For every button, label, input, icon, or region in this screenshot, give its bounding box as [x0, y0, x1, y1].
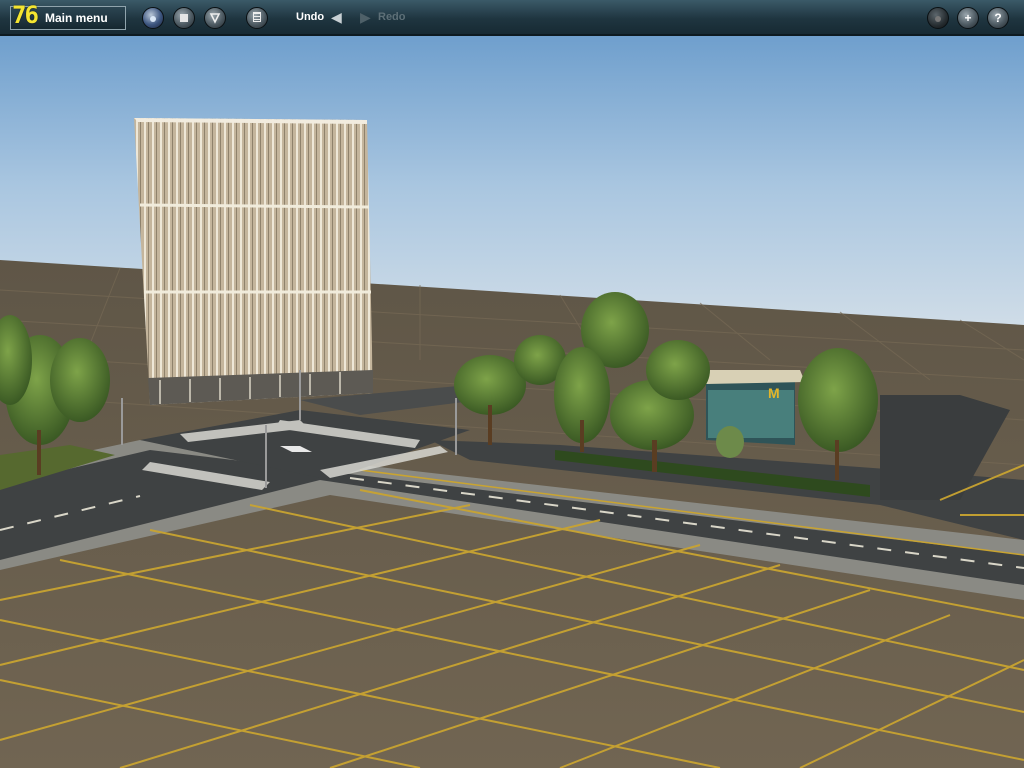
calendar-icon[interactable] [246, 7, 268, 29]
zoom-in-icon[interactable]: + [957, 7, 979, 29]
svg-text:M: M [768, 385, 780, 401]
city-viewport[interactable]: M [0, 36, 1024, 768]
undo-arrow-icon[interactable]: ◀ [331, 10, 345, 24]
camera-icon[interactable] [927, 7, 949, 29]
world-globe-icon[interactable] [142, 7, 164, 29]
undo-button[interactable]: Undo [296, 11, 324, 23]
stop-icon[interactable] [173, 7, 195, 29]
help-icon[interactable]: ? [987, 7, 1009, 29]
top-toolbar: Main menu 76 Undo ◀ ▶ Redo + ? [0, 0, 1024, 36]
redo-arrow-icon: ▶ [360, 9, 371, 25]
fps-counter: 76 [12, 1, 39, 29]
game-window: Main menu 76 Undo ◀ ▶ Redo + ? M [0, 0, 1024, 768]
settings-icon[interactable] [204, 7, 226, 29]
office-tower [134, 118, 373, 405]
redo-button: Redo [378, 11, 406, 23]
